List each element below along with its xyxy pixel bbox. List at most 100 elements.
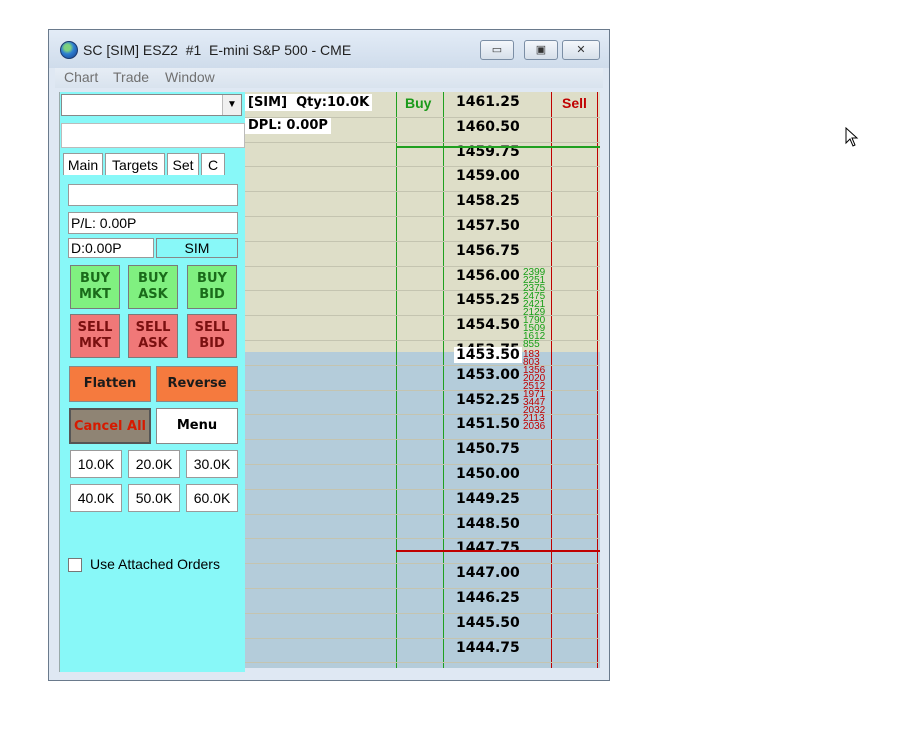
buy-market-button[interactable]: BUY MKT xyxy=(70,265,120,309)
row-divider xyxy=(245,364,600,366)
row-divider xyxy=(245,464,600,465)
row-divider xyxy=(245,538,600,540)
bid-zone xyxy=(245,352,600,668)
chevron-down-icon[interactable]: ▼ xyxy=(222,95,241,115)
dpl-display: DPL: 0.00P xyxy=(245,117,331,134)
trade-window: SC [SIM] ESZ2 #1 E-mini S&P 500 - CME ▭ … xyxy=(48,29,610,681)
price-cell[interactable]: 1446.25 xyxy=(456,590,520,606)
globe-icon xyxy=(60,41,78,59)
flatten-button[interactable]: Flatten xyxy=(69,366,151,402)
row-divider xyxy=(245,216,600,217)
low-marker-line xyxy=(396,550,600,552)
price-cell[interactable]: 1450.00 xyxy=(456,466,520,482)
menu-chart[interactable]: Chart xyxy=(64,69,98,85)
row-divider xyxy=(245,439,600,441)
last-trade-price: 1453.50 xyxy=(454,347,522,363)
pl-display: P/L: 0.00P xyxy=(68,212,238,234)
menu-button[interactable]: Menu xyxy=(156,408,238,444)
price-cell[interactable]: 1453.00 xyxy=(456,367,520,383)
mouse-cursor-icon xyxy=(845,127,859,147)
price-cell[interactable]: 1456.75 xyxy=(456,243,520,259)
row-divider xyxy=(245,166,600,168)
price-cell[interactable]: 1456.00 xyxy=(456,268,520,284)
attached-orders-checkbox[interactable] xyxy=(68,558,82,572)
account-select[interactable]: ▼ xyxy=(61,94,242,116)
cancel-all-button[interactable]: Cancel All xyxy=(69,408,151,444)
order-text-field[interactable] xyxy=(68,184,238,206)
qty-30k-button[interactable]: 30.0K xyxy=(186,450,238,478)
sell-column-header: Sell xyxy=(562,95,587,111)
row-divider xyxy=(245,290,600,292)
menu-bar: Chart Trade Window xyxy=(55,68,603,88)
buy-ask-button[interactable]: BUY ASK xyxy=(128,265,178,309)
price-ladder[interactable]: [SIM] Qty:10.0K DPL: 0.00P Buy Sell 1461… xyxy=(245,92,600,668)
row-divider xyxy=(245,588,600,589)
price-cell[interactable]: 1458.25 xyxy=(456,193,520,209)
buy-bid-button[interactable]: BUY BID xyxy=(187,265,237,309)
position-display: [SIM] Qty:10.0K xyxy=(245,94,373,111)
sell-market-button[interactable]: SELL MKT xyxy=(70,314,120,358)
qty-40k-button[interactable]: 40.0K xyxy=(70,484,122,512)
sell-column-line xyxy=(597,92,598,668)
row-divider xyxy=(245,340,600,341)
row-divider xyxy=(245,265,600,267)
price-cell[interactable]: 1459.00 xyxy=(456,168,520,184)
price-cell[interactable]: 1461.25 xyxy=(456,94,520,110)
price-cell[interactable]: 1451.50 xyxy=(456,416,520,432)
row-divider xyxy=(245,141,600,143)
price-cell[interactable]: 1460.50 xyxy=(456,119,520,135)
price-cell[interactable]: 1450.75 xyxy=(456,441,520,457)
sell-bid-button[interactable]: SELL BID xyxy=(187,314,237,358)
price-cell[interactable]: 1449.25 xyxy=(456,491,520,507)
reverse-button[interactable]: Reverse xyxy=(156,366,238,402)
menu-window[interactable]: Window xyxy=(165,69,215,85)
tab-main[interactable]: Main xyxy=(63,153,103,175)
qty-20k-button[interactable]: 20.0K xyxy=(128,450,180,478)
row-divider xyxy=(245,637,600,639)
menu-trade[interactable]: Trade xyxy=(113,69,149,85)
tab-c[interactable]: C xyxy=(201,153,225,175)
window-title: SC [SIM] ESZ2 #1 E-mini S&P 500 - CME xyxy=(83,42,352,58)
row-divider xyxy=(245,191,600,193)
volume-cell: 2036 xyxy=(523,421,546,432)
price-cell[interactable]: 1454.50 xyxy=(456,317,520,333)
trade-panel: ▼ Main Targets Set C P/L: 0.00P D:0.00P … xyxy=(59,92,245,672)
row-divider xyxy=(245,315,600,317)
sim-mode-indicator: SIM xyxy=(156,238,238,258)
tab-targets[interactable]: Targets xyxy=(105,153,165,175)
row-divider xyxy=(245,513,600,515)
price-cell[interactable]: 1448.50 xyxy=(456,516,520,532)
row-divider xyxy=(245,488,600,490)
row-divider xyxy=(245,240,600,242)
close-button[interactable]: ✕ xyxy=(562,40,600,60)
qty-60k-button[interactable]: 60.0K xyxy=(186,484,238,512)
row-divider xyxy=(245,563,600,565)
title-bar[interactable]: SC [SIM] ESZ2 #1 E-mini S&P 500 - CME ▭ … xyxy=(49,30,609,68)
row-divider xyxy=(245,389,600,391)
row-divider xyxy=(245,116,600,118)
buy-column-header: Buy xyxy=(405,95,432,111)
row-divider xyxy=(245,662,600,664)
sell-column-line xyxy=(551,92,552,668)
qty-10k-button[interactable]: 10.0K xyxy=(70,450,122,478)
price-cell[interactable]: 1455.25 xyxy=(456,292,520,308)
qty-50k-button[interactable]: 50.0K xyxy=(128,484,180,512)
price-cell[interactable]: 1447.75 xyxy=(456,540,520,556)
price-cell[interactable]: 1457.50 xyxy=(456,218,520,234)
minimize-button[interactable]: ▭ xyxy=(480,40,514,60)
sell-ask-button[interactable]: SELL ASK xyxy=(128,314,178,358)
maximize-button[interactable]: ▣ xyxy=(524,40,558,60)
high-marker-line xyxy=(396,146,600,148)
attached-orders-label: Use Attached Orders xyxy=(90,556,220,572)
price-cell[interactable]: 1447.00 xyxy=(456,565,520,581)
price-cell[interactable]: 1444.75 xyxy=(456,640,520,656)
buy-column-line xyxy=(443,92,444,668)
symbol-field[interactable] xyxy=(61,123,245,148)
row-divider xyxy=(245,414,600,416)
daily-pl-display: D:0.00P xyxy=(68,238,154,258)
price-cell[interactable]: 1445.50 xyxy=(456,615,520,631)
price-cell[interactable]: 1452.25 xyxy=(456,392,520,408)
buy-column-line xyxy=(396,92,397,668)
tab-set[interactable]: Set xyxy=(167,153,199,175)
row-divider xyxy=(245,612,600,614)
